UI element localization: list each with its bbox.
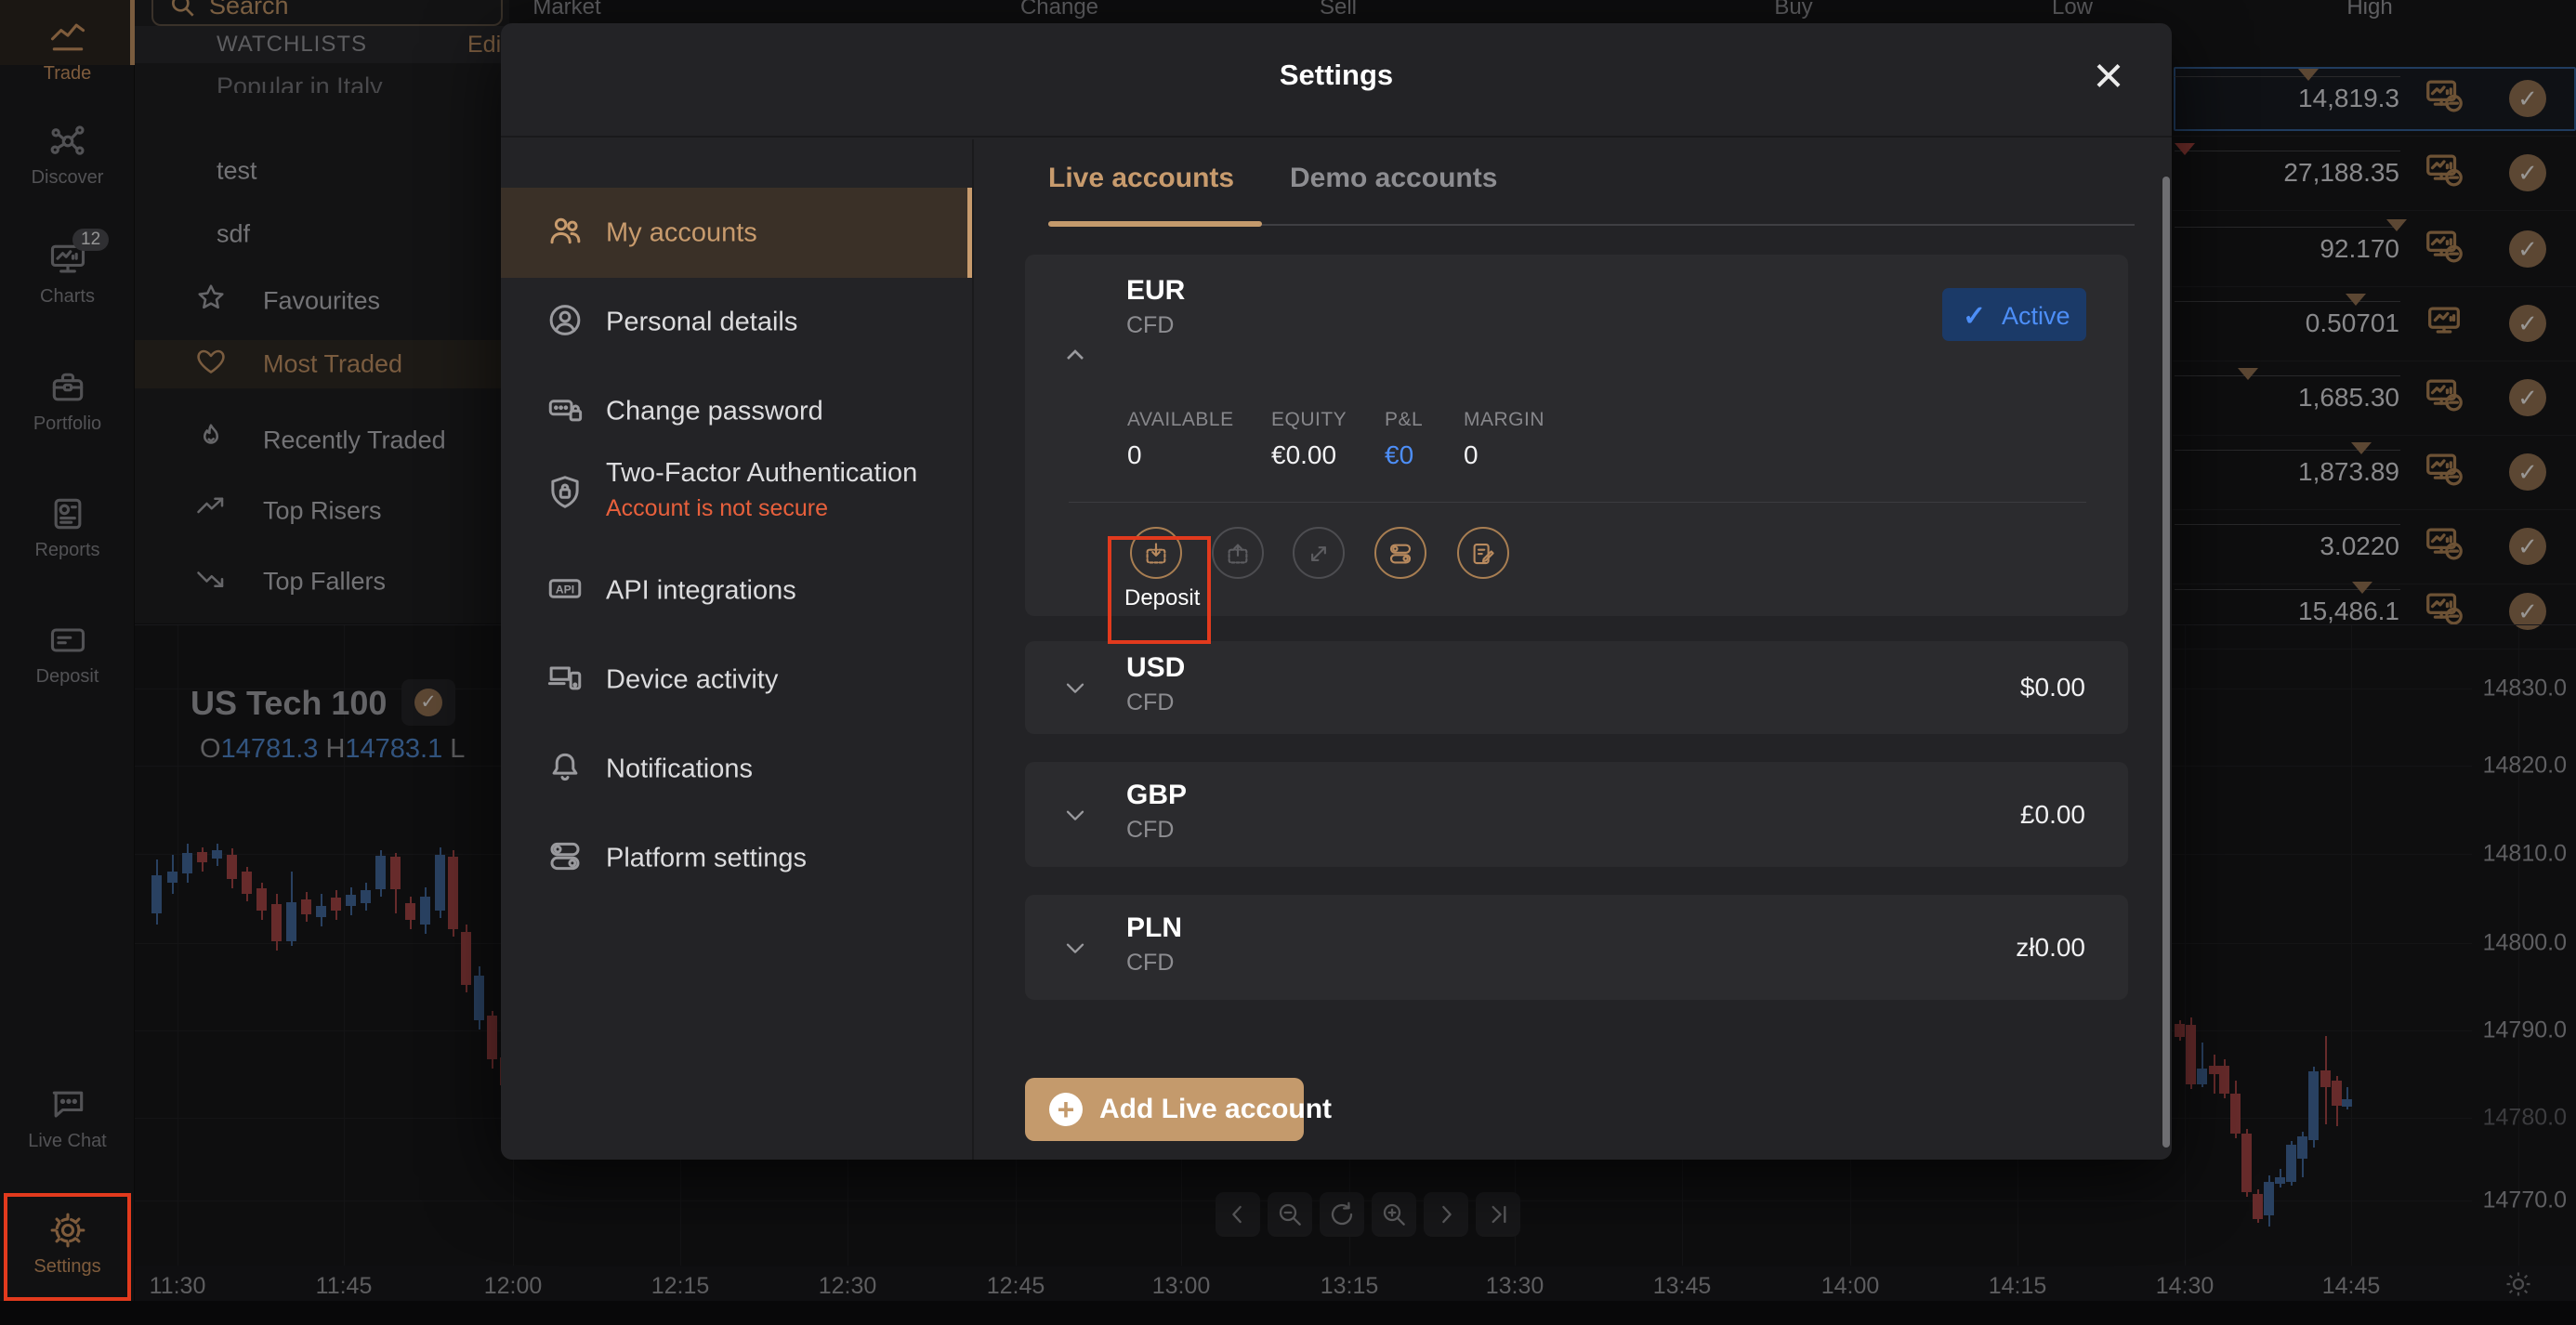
account-type: CFD — [1126, 816, 1175, 843]
stat-value-equity: €0.00 — [1271, 440, 1337, 469]
add-live-account-button[interactable]: + Add Live account — [1025, 1078, 1332, 1141]
manage-accounts-button[interactable] — [1374, 527, 1426, 579]
devices-icon — [545, 659, 585, 702]
deposit-action-label: Deposit — [1124, 585, 1201, 610]
account-currency: GBP — [1126, 779, 1188, 810]
account-card-usd[interactable]: USD CFD $0.00 — [1025, 641, 2128, 734]
transfer-button — [1293, 527, 1345, 579]
settings-nav-device-activity[interactable]: Device activity — [501, 636, 972, 725]
modal-scrollbar[interactable] — [2162, 177, 2170, 1148]
bell-icon — [545, 748, 585, 792]
account-currency: USD — [1126, 652, 1186, 683]
chevron-down-icon[interactable] — [1060, 933, 1090, 967]
modal-header: Settings × — [501, 23, 2172, 138]
nav-item-warning: Account is not secure — [606, 495, 829, 521]
check-icon: ✓ — [1963, 301, 1987, 332]
account-type: CFD — [1126, 312, 1175, 338]
account-currency: PLN — [1126, 912, 1182, 943]
stat-value-margin: 0 — [1464, 440, 1479, 469]
add-live-account-label: Add Live account — [1099, 1094, 1333, 1124]
settings-modal: Settings × My accounts Personal details Ch… — [501, 23, 2172, 1160]
tray-up-icon — [1214, 540, 1262, 568]
account-currency: EUR — [1126, 275, 1186, 306]
nav-item-label: My accounts — [606, 217, 757, 247]
stat-label-margin: MARGIN — [1464, 409, 1544, 430]
stat-value-available: 0 — [1127, 440, 1142, 469]
stat-label-pl: P&L — [1385, 409, 1424, 430]
nav-item-label: API integrations — [606, 575, 796, 606]
settings-nav-two-factor-authentication[interactable]: Two-Factor Authentication Account is not … — [501, 441, 972, 546]
close-icon[interactable]: × — [2083, 49, 2135, 103]
trading-app: Trade Discover Charts 12 Portfolio Reports Dep… — [0, 0, 2576, 1325]
stat-label-available: AVAILABLE — [1127, 409, 1234, 430]
account-card-pln[interactable]: PLN CFD zł0.00 — [1025, 895, 2128, 1000]
plus-circle-icon: + — [1049, 1093, 1083, 1126]
account-balance: $0.00 — [2019, 673, 2085, 702]
account-balance: £0.00 — [2019, 799, 2085, 829]
toggles-icon — [1376, 540, 1425, 568]
tab-active-underline — [1048, 221, 1262, 227]
account-type: CFD — [1126, 689, 1175, 715]
withdraw-button — [1212, 527, 1264, 579]
chevron-up-icon[interactable] — [1060, 340, 1090, 374]
api-icon: API — [545, 570, 585, 613]
stat-value-pl: €0 — [1385, 440, 1414, 469]
nav-item-label: Personal details — [606, 307, 798, 337]
deposit-button[interactable] — [1130, 527, 1182, 579]
chevron-down-icon[interactable] — [1060, 673, 1090, 707]
nav-item-label: Notifications — [606, 754, 753, 784]
settings-nav-my-accounts[interactable]: My accounts — [501, 188, 972, 278]
settings-nav-api-integrations[interactable]: API API integrations — [501, 546, 972, 636]
settings-nav-platform-settings[interactable]: Platform settings — [501, 814, 972, 903]
edit-account-button[interactable] — [1457, 527, 1509, 579]
account-type: CFD — [1126, 949, 1175, 976]
tab-demo-accounts[interactable]: Demo accounts — [1290, 163, 1497, 194]
active-status-badge[interactable]: ✓ Active — [1942, 288, 2086, 341]
nav-item-label: Platform settings — [606, 843, 807, 873]
stat-label-equity: EQUITY — [1271, 409, 1347, 430]
transfer-icon — [1295, 540, 1343, 568]
account-balance: zł0.00 — [2016, 932, 2085, 962]
settings-nav-personal-details[interactable]: Personal details — [501, 278, 972, 367]
svg-text:API: API — [556, 583, 574, 596]
settings-nav-notifications[interactable]: Notifications — [501, 725, 972, 814]
nav-item-label: Two-Factor Authentication — [606, 458, 918, 488]
nav-item-label: Device activity — [606, 664, 779, 695]
chevron-down-icon[interactable] — [1060, 800, 1090, 834]
modal-title: Settings — [1279, 59, 1394, 91]
edit-icon — [1459, 540, 1507, 568]
tab-live-accounts[interactable]: Live accounts — [1048, 163, 1234, 194]
shield-lock-icon — [545, 472, 585, 516]
card-divider — [1069, 502, 2086, 503]
account-card-gbp[interactable]: GBP CFD £0.00 — [1025, 762, 2128, 867]
users-icon — [545, 211, 585, 255]
person-icon — [545, 301, 585, 345]
password-icon — [545, 390, 585, 434]
settings-nav: My accounts Personal details Change passwo… — [501, 139, 974, 1160]
toggles-icon — [545, 837, 585, 881]
account-card-eur: EUR CFD ✓ Active AVAILABLE 0 EQUITY €0.00 P&… — [1025, 255, 2128, 616]
nav-item-label: Change password — [606, 396, 823, 426]
tray-down-icon — [1132, 540, 1180, 568]
active-label: Active — [2002, 302, 2070, 330]
